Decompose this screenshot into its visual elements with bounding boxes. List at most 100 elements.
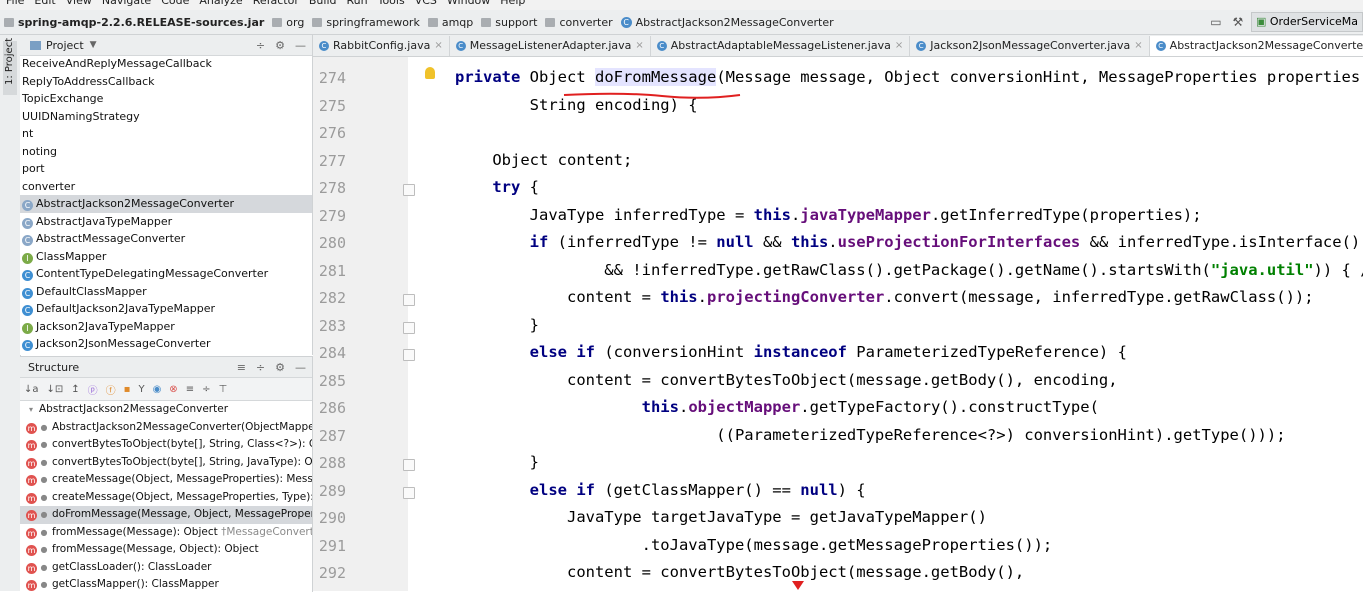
breadcrumb-item[interactable]: converter (545, 16, 613, 29)
build-hammer-icon[interactable]: ⚒ (1229, 13, 1247, 31)
breadcrumb-item[interactable]: support (481, 16, 537, 29)
project-tree-item[interactable]: ReplyToAddressCallback (20, 73, 312, 91)
editor-tab[interactable]: CAbstractJackson2MessageConverter.java× (1149, 36, 1363, 56)
class-icon: C (319, 41, 329, 51)
menu-item-file[interactable]: File (6, 0, 24, 7)
editor-tab[interactable]: C RabbitConfig.java × (313, 36, 450, 56)
project-tree-item[interactable]: C ContentTypeDelegatingMessageConverter (20, 265, 312, 283)
code-line: } (455, 316, 539, 334)
menu-item-navigate[interactable]: Navigate (102, 0, 151, 7)
structure-item[interactable]: m ● convertBytesToObject(byte[], String, C… (20, 436, 312, 454)
project-tree-item[interactable]: TopicExchange (20, 90, 312, 108)
close-icon[interactable]: × (434, 36, 442, 56)
show-lambdas-icon[interactable]: Y (138, 384, 144, 395)
menu-item-run[interactable]: Run (347, 0, 368, 7)
project-panel-title[interactable]: Project (46, 39, 84, 52)
structure-item[interactable]: m ● getClassLoader(): ClassLoader (20, 559, 312, 577)
run-config-label: OrderServiceMa (1269, 15, 1358, 28)
breadcrumb-item[interactable]: C AbstractJackson2MessageConverter (620, 16, 834, 29)
editor-tab[interactable]: C Jackson2JsonMessageConverter.java × (910, 36, 1150, 56)
project-tree-item[interactable]: ReceiveAndReplyMessageCallback (20, 55, 312, 73)
breadcrumb-item[interactable]: springframework (312, 16, 420, 29)
breadcrumb-item[interactable]: org (272, 16, 304, 29)
project-tree-item[interactable]: C AbstractJavaTypeMapper (20, 213, 312, 231)
run-configuration-select[interactable]: ▣ OrderServiceMa (1250, 12, 1363, 32)
project-tree-item[interactable]: C DefaultClassMapper (20, 283, 312, 301)
structure-item-label: fromMessage(Message, Object): Object (52, 543, 259, 555)
editor-tab-bar: C RabbitConfig.java × C MessageListenerAdapt… (313, 35, 1363, 57)
project-tree-item[interactable]: C DefaultJackson2JavaTypeMapper (20, 300, 312, 318)
menu-item-help[interactable]: Help (500, 0, 525, 7)
project-tree-item[interactable]: converter (20, 178, 312, 196)
visibility-icon: ● (40, 510, 48, 519)
project-tree-item[interactable]: C AbstractMessageConverter (20, 230, 312, 248)
project-tree-item[interactable]: C Jackson2JsonMessageConverter (20, 335, 312, 353)
class-icon: C (656, 41, 667, 51)
project-tree-item-label: TopicExchange (22, 92, 104, 105)
breadcrumb-item[interactable]: spring-amqp-2.2.6.RELEASE-sources.jar (4, 16, 264, 29)
expand-all-icon[interactable]: ≡ (186, 384, 194, 395)
minimize-icon[interactable]: — (295, 39, 306, 52)
close-icon[interactable]: × (1134, 36, 1142, 56)
gear-icon[interactable]: ⚙ (275, 39, 285, 52)
structure-root[interactable]: ▾ AbstractJackson2MessageConverter (20, 401, 312, 419)
close-icon[interactable]: × (635, 36, 643, 56)
autoscroll-icon[interactable]: ⊗ (169, 384, 177, 395)
structure-item[interactable]: m ● convertBytesToObject(byte[], String, J… (20, 454, 312, 472)
structure-item[interactable]: m ● fromMessage(Message): Object †MessageC… (20, 524, 312, 542)
menu-item-edit[interactable]: Edit (34, 0, 55, 7)
sort-alpha-icon[interactable]: ↓a (24, 384, 39, 395)
project-tree-item[interactable]: UUIDNamingStrategy (20, 108, 312, 126)
expand-arrow-icon[interactable]: ▾ (26, 401, 36, 419)
show-inherited-icon[interactable]: ↥ (71, 384, 79, 395)
layout-icon[interactable]: ▭ (1207, 13, 1225, 31)
menu-item-tools[interactable]: Tools (378, 0, 405, 7)
menu-item-view[interactable]: View (66, 0, 92, 7)
code-token: if (529, 233, 558, 251)
menu-item-analyze[interactable]: Analyze (199, 0, 242, 7)
expand-all-icon[interactable]: ≡ (237, 361, 246, 374)
collapse-all-icon[interactable]: ÷ (256, 39, 265, 52)
menu-item-refactor[interactable]: Refactor (253, 0, 299, 7)
menu-item-build[interactable]: Build (309, 0, 337, 7)
breadcrumb-item[interactable]: amqp (427, 16, 473, 29)
project-tree-item[interactable]: noting (20, 143, 312, 161)
collapse-all-icon[interactable]: ÷ (256, 361, 265, 374)
structure-item[interactable]: m ● doFromMessage(Message, Object, Message… (20, 506, 312, 524)
structure-item[interactable]: m ● createMessage(Object, MessagePropertie… (20, 471, 312, 489)
menu-item-code[interactable]: Code (161, 0, 189, 7)
minimize-icon[interactable]: — (295, 361, 306, 374)
menu-item-window[interactable]: Window (447, 0, 490, 7)
method-icon: m (26, 580, 37, 591)
class-icon: C (455, 41, 466, 51)
project-tree-item-label: ReplyToAddressCallback (22, 74, 155, 88)
menu-item-vcs[interactable]: VCS (415, 0, 437, 7)
code-line: try { (455, 178, 539, 196)
editor-tab[interactable]: C MessageListenerAdapter.java × (450, 36, 651, 56)
code-token: . (678, 398, 689, 416)
collapse-icon[interactable]: ÷ (202, 384, 210, 395)
show-nonpublic-icon[interactable]: ▪ (124, 384, 131, 395)
structure-item[interactable]: m ● fromMessage(Message, Object): Object (20, 541, 312, 559)
visibility-icon: ● (40, 562, 48, 572)
project-tree-item[interactable]: C AbstractJackson2MessageConverter (20, 195, 312, 213)
structure-item[interactable]: m ● createMessage(Object, MessagePropertie… (20, 489, 312, 507)
project-tree-item[interactable]: I ClassMapper (20, 248, 312, 266)
code-token: this (753, 205, 791, 224)
code-line: .toJavaType(message.getMessageProperties… (455, 536, 1053, 554)
project-tree-item[interactable]: nt (20, 125, 312, 143)
project-tree-item[interactable]: I Jackson2JavaTypeMapper (20, 318, 312, 336)
gear-icon[interactable]: ⚙ (275, 361, 285, 374)
show-anonymous-icon[interactable]: ◉ (153, 384, 162, 395)
editor-tab[interactable]: C AbstractAdaptableMessageListener.java × (651, 36, 911, 56)
project-tree-item[interactable]: port (20, 160, 312, 178)
chevron-down-icon[interactable]: ▼ (90, 40, 97, 50)
show-properties-icon[interactable]: ⓟ (88, 382, 98, 397)
close-icon[interactable]: × (895, 36, 903, 56)
show-fields-icon[interactable]: ⓕ (106, 382, 116, 397)
filter-icon[interactable]: ⊤ (218, 384, 227, 395)
structure-item[interactable]: m ● AbstractJackson2MessageConverter(Objec… (20, 419, 312, 437)
code-editor[interactable]: private Object doFromMessage(Message mes… (408, 57, 1363, 591)
sort-visibility-icon[interactable]: ↓⊡ (47, 384, 64, 395)
project-tool-tab[interactable]: 1: Project (3, 38, 17, 95)
